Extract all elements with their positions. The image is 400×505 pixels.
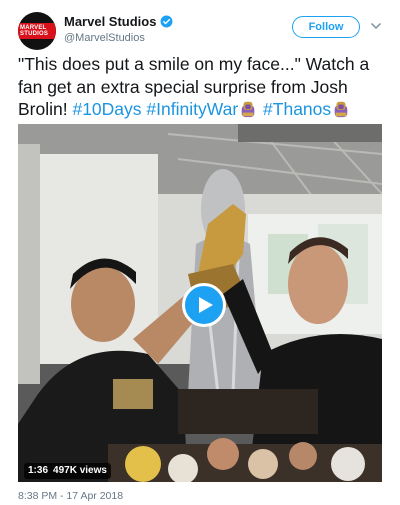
hashtag-10days[interactable]: #10Days	[72, 99, 141, 119]
handle[interactable]: @MarvelStudios	[64, 32, 145, 44]
video-views: 497K views	[53, 465, 107, 476]
display-name[interactable]: Marvel Studios	[64, 14, 156, 29]
thanos-hashflag-icon	[334, 101, 348, 118]
play-button[interactable]	[182, 283, 226, 327]
chevron-down-icon[interactable]	[370, 20, 382, 32]
hashtag-infinitywar[interactable]: #InfinityWar	[146, 99, 238, 119]
verified-badge-icon	[161, 15, 173, 28]
thanos-hashflag-icon	[241, 101, 255, 118]
marvel-studios-logo: MARVEL STUDIOS	[18, 23, 56, 39]
video-duration: 1:36	[28, 465, 49, 476]
video-stats-badge: 1:36 497K views	[24, 463, 111, 479]
video-player[interactable]	[18, 124, 382, 482]
name-row: Marvel Studios	[64, 14, 173, 29]
tweet-card: MARVEL STUDIOS Marvel Studios @MarvelStu…	[0, 0, 400, 505]
follow-button[interactable]: Follow	[292, 16, 360, 38]
timestamp[interactable]: 8:38 PM - 17 Apr 2018	[18, 490, 123, 502]
hashtag-thanos[interactable]: #Thanos	[263, 99, 331, 119]
avatar[interactable]: MARVEL STUDIOS	[18, 12, 56, 50]
play-icon	[198, 297, 213, 313]
tweet-text: "This does put a smile on my face..." Wa…	[18, 53, 388, 121]
